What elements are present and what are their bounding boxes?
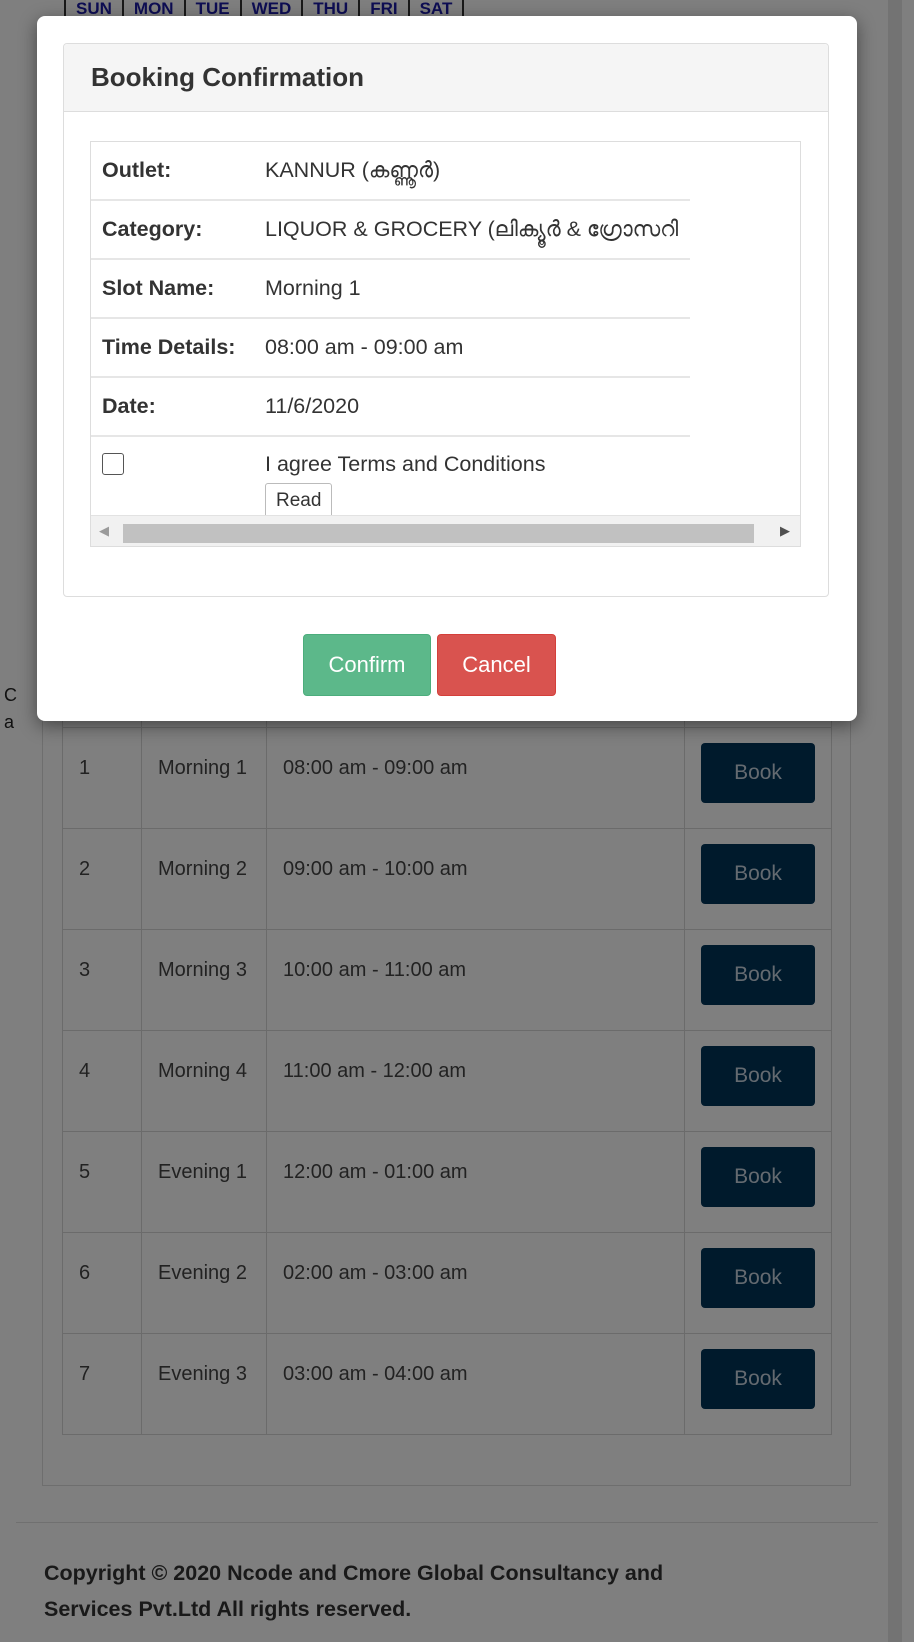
detail-label: Slot Name: bbox=[91, 258, 261, 318]
cancel-button[interactable]: Cancel bbox=[437, 634, 556, 696]
confirm-button[interactable]: Confirm bbox=[303, 634, 431, 696]
scroll-right-icon[interactable]: ▶ bbox=[780, 523, 790, 539]
detail-label: Outlet: bbox=[102, 158, 172, 182]
detail-label: Category: bbox=[91, 199, 261, 259]
terms-label: I agree Terms and Conditions bbox=[265, 452, 546, 476]
detail-label: Time Details: bbox=[91, 317, 261, 377]
detail-row-date: Date: 11/6/2020 bbox=[91, 376, 691, 436]
terms-checkbox-cell bbox=[91, 435, 261, 520]
detail-value: KANNUR (കണ്ണൂർ) bbox=[265, 158, 441, 182]
scroll-left-icon[interactable]: ◀ bbox=[99, 523, 109, 539]
terms-checkbox[interactable] bbox=[102, 453, 124, 475]
read-terms-button[interactable]: Read bbox=[265, 483, 333, 519]
booking-confirmation-modal: Booking Confirmation Outlet: KANNUR (കണ്… bbox=[37, 16, 857, 721]
detail-value: 11/6/2020 bbox=[261, 376, 691, 436]
horizontal-scrollbar-thumb[interactable] bbox=[123, 524, 754, 543]
terms-cell: I agree Terms and Conditions Read bbox=[261, 435, 691, 520]
detail-row-time-details: Time Details: 08:00 am - 09:00 am bbox=[91, 317, 691, 377]
panel-heading: Booking Confirmation bbox=[64, 44, 828, 112]
detail-row-outlet: Outlet: KANNUR (കണ്ണൂർ) bbox=[91, 142, 690, 200]
detail-row-category: Category: LIQUOR & GROCERY (ലിക്യൂർ & ഗ്… bbox=[91, 199, 691, 259]
detail-value: 08:00 am - 09:00 am bbox=[261, 317, 691, 377]
details-scroll-area: Outlet: KANNUR (കണ്ണൂർ) Category: LIQUOR… bbox=[90, 141, 801, 547]
terms-row: I agree Terms and Conditions Read bbox=[91, 435, 691, 520]
detail-row-slot-name: Slot Name: Morning 1 bbox=[91, 258, 691, 318]
horizontal-scrollbar[interactable]: ◀ ▶ bbox=[91, 515, 800, 546]
booking-details-table: Outlet: KANNUR (കണ്ണൂർ) Category: LIQUOR… bbox=[91, 142, 691, 520]
confirmation-panel: Booking Confirmation Outlet: KANNUR (കണ്… bbox=[63, 43, 829, 597]
detail-value: LIQUOR & GROCERY (ലിക്യൂർ & ഗ്രോസറി bbox=[261, 199, 691, 259]
detail-value: Morning 1 bbox=[261, 258, 691, 318]
modal-title: Booking Confirmation bbox=[91, 62, 364, 92]
detail-label: Date: bbox=[91, 376, 261, 436]
